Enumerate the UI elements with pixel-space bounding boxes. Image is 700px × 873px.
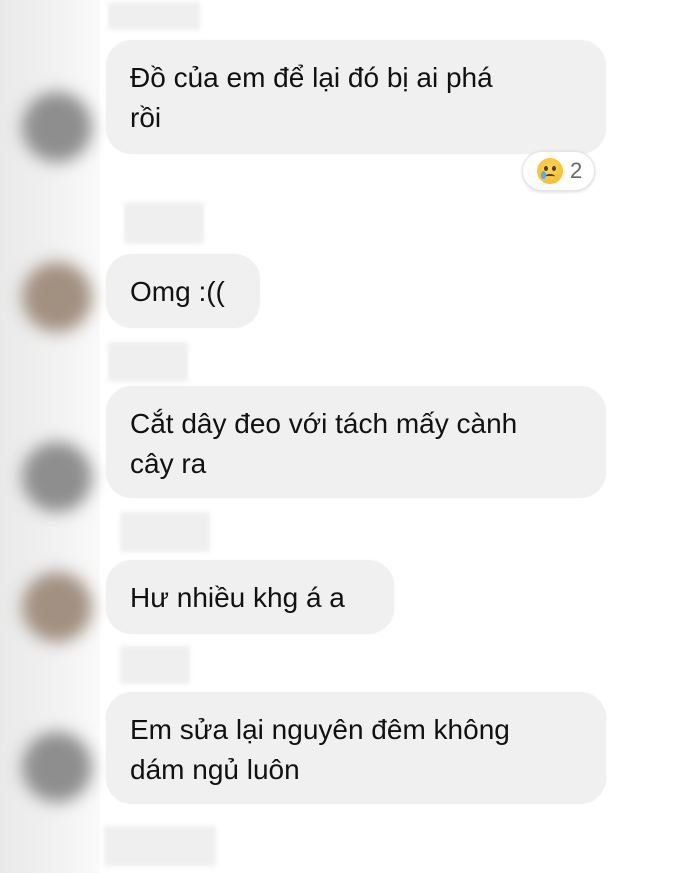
reaction-badge[interactable]: 2 (522, 151, 596, 191)
message-text: Em sửa lại nguyên đêm không dám ngủ luôn (130, 714, 510, 785)
avatar[interactable] (22, 442, 92, 512)
sender-name-redacted (120, 646, 190, 684)
sender-name-redacted (108, 2, 200, 30)
message-bubble[interactable]: Omg :(( (106, 254, 260, 328)
message-text: Omg :(( (130, 276, 225, 307)
sender-name-redacted (104, 826, 216, 866)
avatar[interactable] (22, 572, 92, 642)
message-bubble[interactable]: Em sửa lại nguyên đêm không dám ngủ luôn (106, 692, 606, 804)
sender-name-redacted (120, 512, 210, 552)
message-bubble[interactable]: Cắt dây đeo với tách mấy cành cây ra (106, 386, 606, 498)
message-bubble[interactable]: Đồ của em để lại đó bị ai phá rồi (106, 40, 606, 154)
message-text: Hư nhiều khg á a (130, 582, 345, 613)
message-bubble[interactable]: Hư nhiều khg á a (106, 560, 394, 634)
message-text: Đồ của em để lại đó bị ai phá rồi (130, 62, 493, 133)
message-text: Cắt dây đeo với tách mấy cành cây ra (130, 408, 518, 479)
crying-face-icon (537, 158, 563, 184)
reaction-count: 2 (570, 158, 583, 183)
avatar[interactable] (22, 92, 92, 162)
sender-name-redacted (108, 342, 188, 382)
avatar[interactable] (22, 732, 92, 802)
avatar[interactable] (22, 262, 92, 332)
sender-name-redacted (124, 202, 204, 244)
